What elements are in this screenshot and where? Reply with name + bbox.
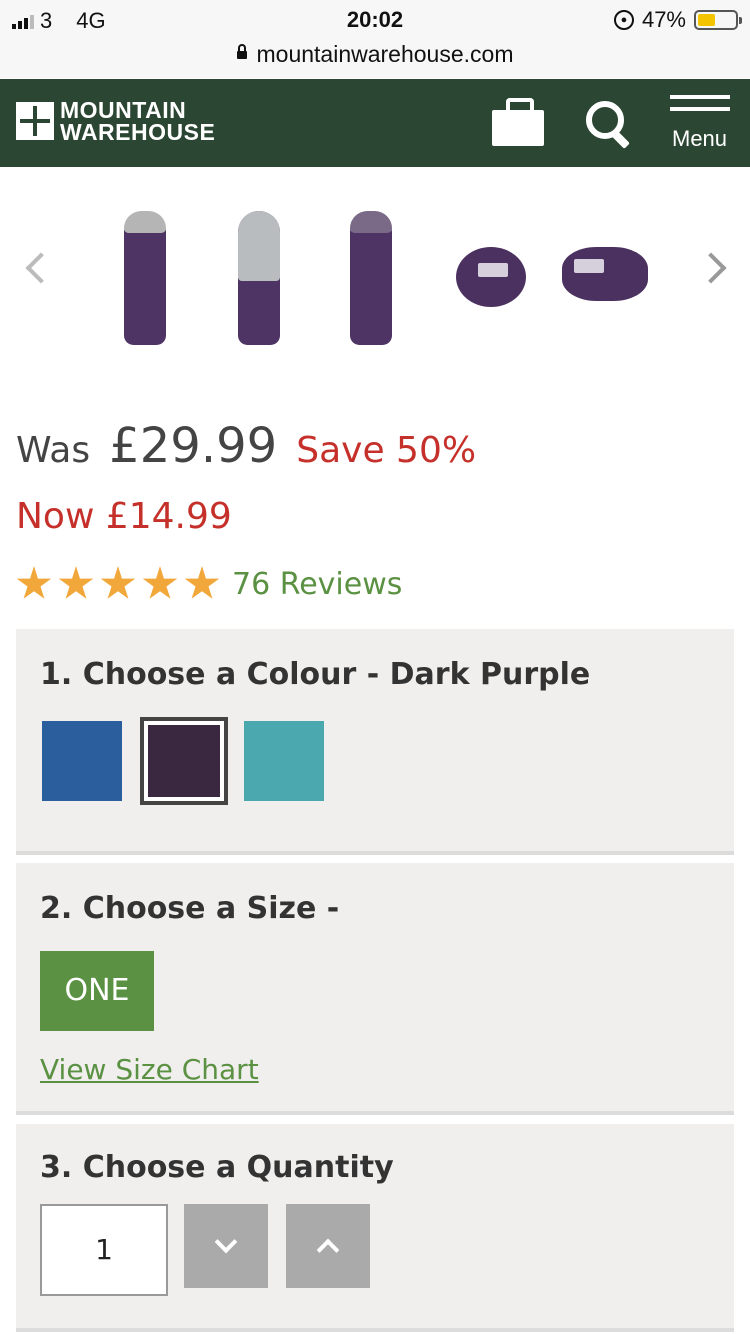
size-option-one[interactable]: ONE [40,951,154,1031]
was-price: £29.99 [109,418,278,474]
size-chart-link[interactable]: View Size Chart [40,1053,259,1086]
star-icon [184,566,220,599]
quantity-panel-title: 3. Choose a Quantity [40,1150,394,1185]
menu-button[interactable]: Menu [670,95,732,151]
save-badge: Save 50% [296,430,477,471]
lock-icon [236,43,247,59]
battery-icon [694,10,742,30]
rotation-lock-icon: ● [613,10,634,30]
gallery-thumbnail[interactable] [562,247,648,301]
status-bar: 3 4G 20:02 ● 47% [0,0,750,40]
colour-swatch-teal[interactable] [244,721,324,801]
url-text: mountainwarehouse.com [256,41,514,67]
gallery-prev-arrow-icon[interactable] [22,247,46,287]
logo-cross-icon [16,102,54,140]
logo-line-2: WAREHOUSE [60,119,216,145]
reviews-link[interactable]: 76 Reviews [232,567,402,602]
size-panel-title: 2. Choose a Size - [40,891,340,926]
menu-label: Menu [672,126,728,151]
now-price: Now £14.99 [16,496,232,537]
star-icon [100,566,136,599]
logo-line-1: MOUNTAIN [60,97,187,123]
chevron-up-icon [316,1238,340,1262]
colour-swatch-blue[interactable] [42,721,122,801]
star-icon [16,566,52,599]
colour-panel: 1. Choose a Colour - Dark Purple [16,629,734,855]
battery-percent: 47% [641,7,686,32]
basket-icon[interactable] [492,98,544,146]
search-icon[interactable] [586,101,634,149]
size-panel: 2. Choose a Size - ONE View Size Chart [16,863,734,1115]
status-right: ● 47% [613,7,742,33]
star-icon [142,566,178,599]
quantity-panel: 3. Choose a Quantity 1 [16,1124,734,1332]
rating-row[interactable]: 76 Reviews [16,566,402,602]
gallery-thumbnail[interactable] [456,247,526,307]
chevron-down-icon [214,1230,238,1254]
gallery-thumbnail[interactable] [124,211,168,347]
was-label: Was [16,430,91,471]
hamburger-icon [670,95,732,111]
site-header: MOUNTAIN WAREHOUSE Menu [0,79,750,167]
star-icon [58,566,94,599]
quantity-input[interactable]: 1 [40,1204,168,1296]
price-row: Was £29.99 Save 50% [16,418,476,478]
quantity-decrease-button[interactable] [184,1204,268,1288]
gallery-thumbnail[interactable] [238,211,282,347]
site-logo[interactable]: MOUNTAIN WAREHOUSE [16,97,216,145]
gallery-thumbnail[interactable] [350,211,394,347]
quantity-increase-button[interactable] [286,1204,370,1288]
product-gallery [0,167,750,367]
gallery-next-arrow-icon[interactable] [700,247,724,287]
logo-text: MOUNTAIN WAREHOUSE [60,97,216,145]
colour-panel-title: 1. Choose a Colour - Dark Purple [40,657,591,692]
battery-fill [698,14,715,26]
colour-swatch-dark-purple[interactable] [140,717,228,805]
address-bar[interactable]: mountainwarehouse.com [0,40,750,78]
